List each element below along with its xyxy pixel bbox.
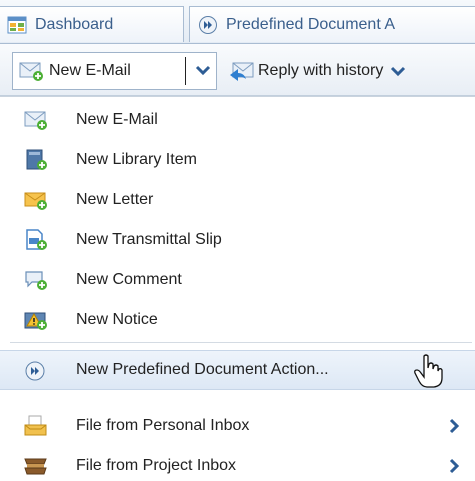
chevron-down-icon[interactable]	[194, 61, 212, 79]
predefined-action-icon	[199, 15, 217, 34]
menu-item-label: File from Personal Inbox	[76, 417, 250, 434]
menu-item-new-letter[interactable]: New Letter	[0, 180, 475, 220]
new-email-button-label: New E-Mail	[49, 62, 131, 79]
menu-item-new-comment[interactable]: New Comment	[0, 260, 475, 300]
chevron-right-icon	[449, 418, 460, 434]
menu-item-label: File from Project Inbox	[76, 457, 237, 474]
email-icon	[24, 111, 47, 130]
library-item-icon	[26, 149, 47, 170]
chevron-right-icon	[449, 458, 460, 474]
menu-item-new-library-item[interactable]: New Library Item	[0, 140, 475, 180]
menu-item-label: New Predefined Document Action...	[76, 361, 329, 378]
reply-with-history-button[interactable]: Reply with history	[224, 52, 474, 90]
menu-item-label: New Library Item	[76, 151, 197, 168]
menu-item-label: New Transmittal Slip	[76, 231, 222, 248]
comment-icon	[25, 271, 47, 290]
personal-inbox-icon	[24, 415, 47, 436]
reply-button-label: Reply with history	[258, 62, 384, 79]
menu-item-file-from-personal-inbox[interactable]: File from Personal Inbox	[0, 406, 475, 446]
menu-item-label: New Comment	[76, 271, 182, 288]
menu-item-label: New Letter	[76, 191, 154, 208]
toolbar: New E-Mail Reply with history	[0, 44, 475, 96]
menu-item-new-predefined-document-action[interactable]: New Predefined Document Action...	[0, 350, 475, 390]
project-inbox-icon	[24, 458, 47, 475]
dashboard-icon	[7, 16, 27, 33]
notice-icon	[24, 312, 47, 330]
tab-predefined-label: Predefined Document A	[226, 15, 395, 33]
tab-strip: Dashboard Predefined Document A	[0, 0, 475, 44]
menu-item-new-email[interactable]: New E-Mail	[0, 100, 475, 140]
tab-dashboard[interactable]: Dashboard	[0, 6, 184, 42]
new-email-split-button[interactable]: New E-Mail	[12, 52, 217, 90]
reply-icon	[230, 62, 254, 81]
menu-item-label: New E-Mail	[76, 111, 158, 128]
tab-dashboard-label: Dashboard	[35, 15, 114, 33]
menu-item-new-transmittal-slip[interactable]: New Transmittal Slip	[0, 220, 475, 260]
new-document-menu: New E-Mail New Library Item New Letter N…	[0, 96, 475, 481]
menu-item-label: New Notice	[76, 311, 158, 328]
menu-item-new-notice[interactable]: New Notice	[0, 300, 475, 340]
tab-predefined-document[interactable]: Predefined Document A	[189, 6, 475, 42]
predefined-action-icon	[25, 361, 45, 381]
hand-cursor-icon	[414, 354, 443, 388]
email-icon	[19, 62, 43, 81]
chevron-down-icon[interactable]	[389, 62, 407, 80]
transmittal-slip-icon	[26, 229, 47, 250]
menu-item-file-from-project-inbox[interactable]: File from Project Inbox	[0, 446, 475, 481]
letter-icon	[24, 192, 47, 210]
cursor-caret	[185, 57, 186, 85]
menu-divider	[10, 342, 472, 343]
